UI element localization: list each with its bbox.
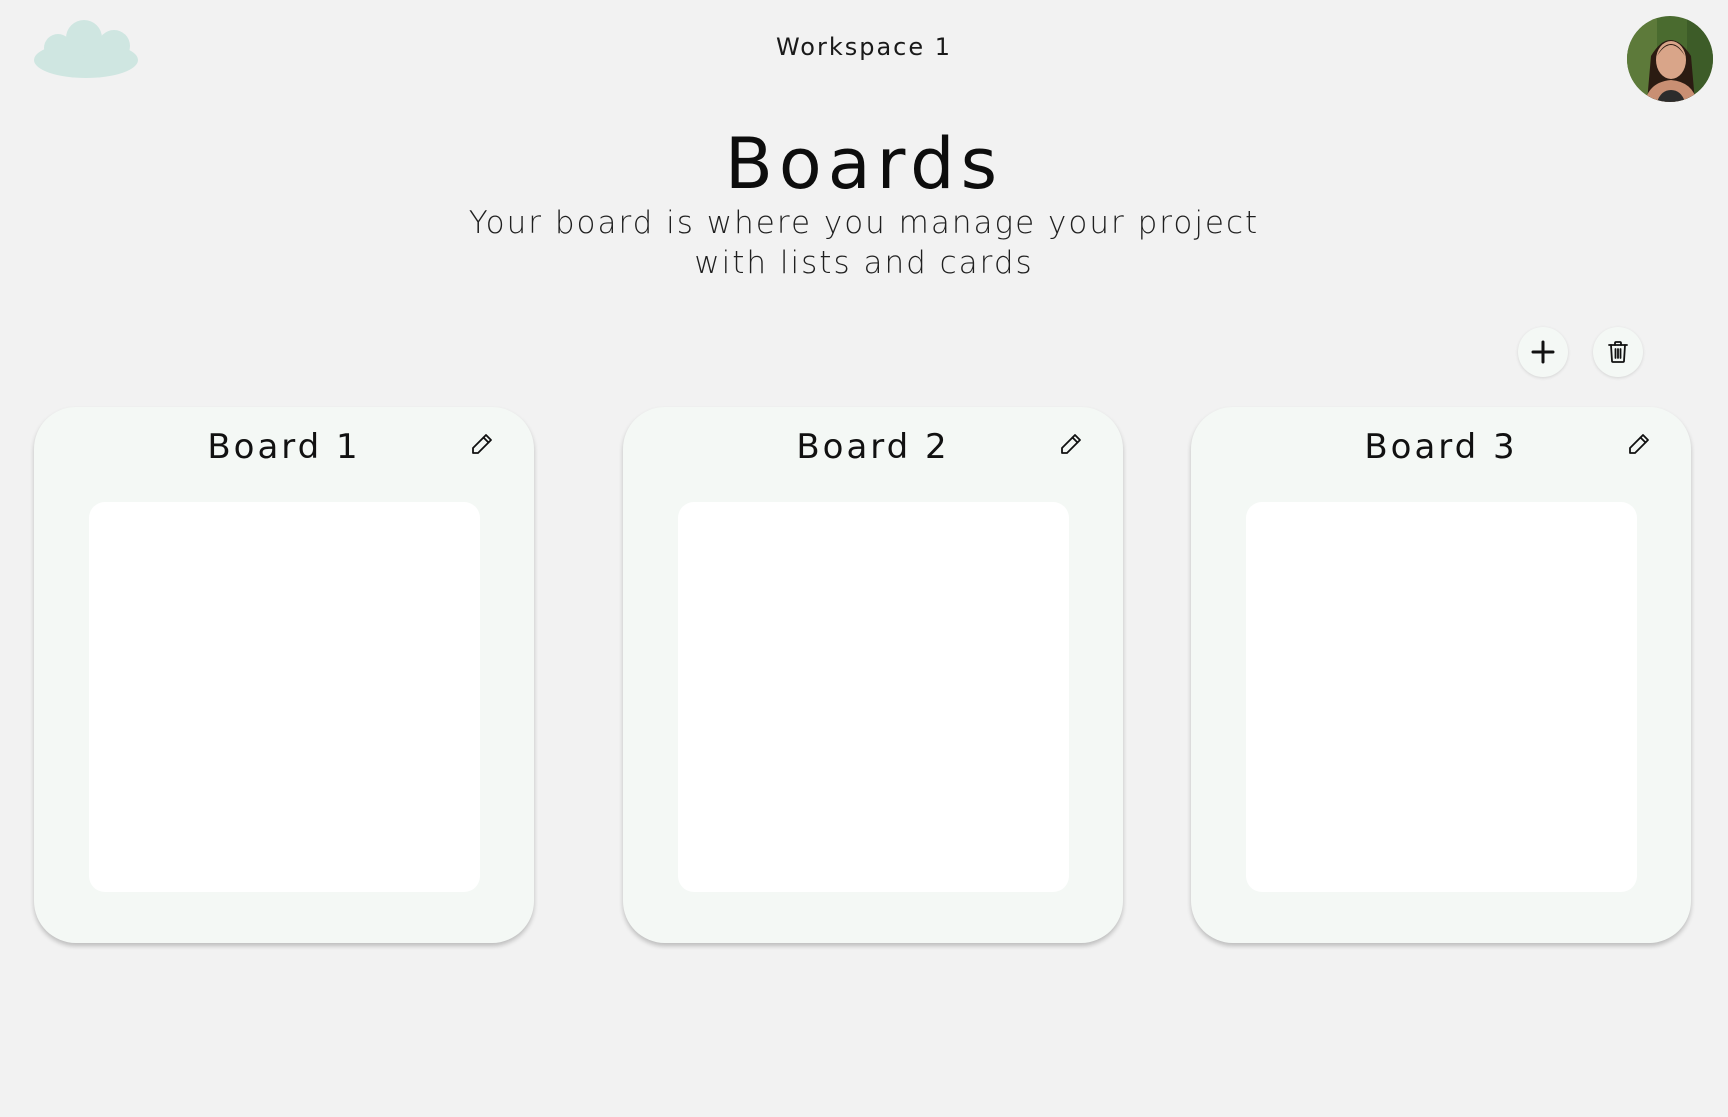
edit-board-button[interactable] [467,429,497,459]
board-card[interactable]: Board 1 [34,407,534,943]
trash-icon [1608,341,1628,363]
avatar-photo-icon [1627,16,1713,102]
board-title: Board 1 [207,427,361,467]
page-subtitle: Your board is where you manage your proj… [468,205,1260,281]
add-board-button[interactable] [1518,327,1568,377]
board-card[interactable]: Board 3 [1191,407,1691,943]
workspace-title: Workspace 1 [775,33,953,61]
pencil-icon [1061,434,1081,454]
edit-board-button[interactable] [1624,429,1654,459]
board-title: Board 3 [1364,427,1518,467]
user-avatar[interactable] [1627,16,1713,102]
edit-board-button[interactable] [1056,429,1086,459]
board-title: Board 2 [796,427,950,467]
pencil-icon [472,434,492,454]
board-preview[interactable] [1246,502,1637,892]
board-preview[interactable] [678,502,1069,892]
board-preview[interactable] [89,502,480,892]
pencil-icon [1629,434,1649,454]
page-title: Boards [724,123,1004,205]
board-card[interactable]: Board 2 [623,407,1123,943]
delete-board-button[interactable] [1593,327,1643,377]
plus-icon [1531,340,1555,364]
